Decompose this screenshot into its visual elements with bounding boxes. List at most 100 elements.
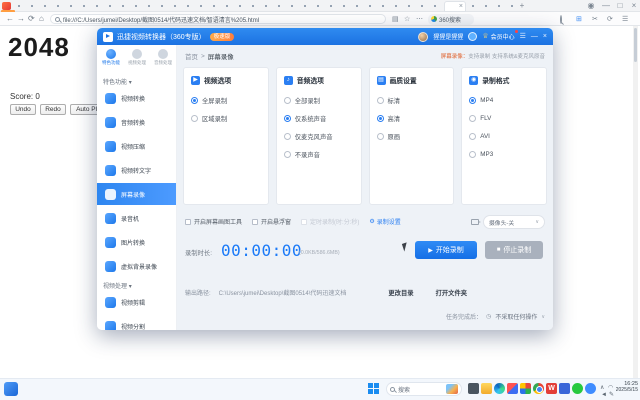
app-close-icon[interactable]: ×	[543, 32, 547, 42]
page-scrollbar-thumb[interactable]	[634, 28, 637, 62]
radio-icon[interactable]	[469, 150, 477, 158]
radio-icon[interactable]	[376, 96, 384, 104]
taskbar-search[interactable]: 搜索	[386, 382, 462, 396]
sidebar-item-audio-convert[interactable]: 音频转换	[97, 111, 176, 133]
volume-icon[interactable]: ◄	[601, 390, 607, 400]
tab-audio-process[interactable]: 音频处理	[151, 49, 175, 66]
taskbar-design-app-icon[interactable]	[507, 383, 518, 394]
toggle-draw-tool[interactable]: 开启屏幕画图工具	[185, 217, 242, 226]
browser-search-box[interactable]: 360搜索	[428, 13, 474, 25]
radio-icon[interactable]	[283, 132, 291, 140]
radio-icon[interactable]	[191, 96, 198, 104]
browser-tabs-more[interactable]	[468, 2, 514, 11]
search-highlight-thumbnail[interactable]	[446, 384, 458, 394]
translate-doc-icon[interactable]: ▤	[392, 14, 399, 25]
radio-icon[interactable]	[376, 132, 384, 140]
panel-icon[interactable]: ◉	[585, 1, 597, 11]
stop-record-button[interactable]: ■ 停止录制	[485, 241, 543, 259]
radio-icon[interactable]	[191, 114, 198, 122]
radio-hd[interactable]: 高清	[376, 109, 447, 127]
open-folder-link[interactable]: 打开文件夹	[436, 288, 467, 297]
history-icon[interactable]: ⟳	[607, 14, 613, 25]
taskbar-edge-icon[interactable]	[494, 383, 505, 394]
scissors-icon[interactable]: ✂	[592, 14, 598, 25]
taskbar-blue-app-icon[interactable]	[559, 383, 570, 394]
section-video-process[interactable]: 视频处理 ▾	[103, 281, 132, 290]
taskbar-cloud-app-icon[interactable]	[585, 383, 596, 394]
start-record-button[interactable]: ▶ 开始录制	[415, 241, 477, 259]
record-settings-link[interactable]: ⚙ 录制设置	[369, 217, 400, 226]
camera-dropdown[interactable]: 摄像头-关 ∨	[483, 215, 545, 229]
forward-icon[interactable]: →	[17, 14, 25, 24]
radio-mic-audio-only[interactable]: 仅麦克风声音	[283, 127, 354, 145]
sidebar-item-virtual-bg-record[interactable]: 虚拟背景录像	[97, 255, 176, 277]
toggle-float-window[interactable]: 开启悬浮窗	[252, 217, 291, 226]
sidebar-item-video-convert[interactable]: 视频转换	[97, 87, 176, 109]
undo-button[interactable]: Undo	[10, 104, 36, 115]
sidebar-item-video-split[interactable]: 视频分割	[97, 315, 176, 330]
new-tab-button[interactable]: +	[516, 1, 528, 11]
after-task-dropdown[interactable]: 任务完成后： ◷ 不采取任何操作 ∨	[446, 312, 545, 322]
redo-button[interactable]: Redo	[40, 104, 66, 115]
radio-fullscreen-record[interactable]: 全屏录制	[191, 91, 261, 109]
app-menu-icon[interactable]: ☰	[520, 32, 526, 42]
page-scrollbar[interactable]	[633, 26, 638, 378]
start-menu-icon[interactable]	[368, 383, 379, 394]
window-maximize-icon[interactable]: □	[614, 1, 626, 11]
url-text[interactable]: file:///C:/Users/jumei/Desktop/截图0514/代码…	[63, 15, 259, 24]
sidebar-item-screen-record[interactable]: 屏幕录像	[97, 183, 176, 205]
radio-icon[interactable]	[469, 132, 477, 140]
radio-original[interactable]: 原画	[376, 127, 447, 145]
radio-region-record[interactable]: 区域录制	[191, 109, 261, 127]
radio-icon[interactable]	[283, 96, 291, 104]
find-icon[interactable]	[560, 14, 562, 25]
home-icon[interactable]: ⌂	[39, 14, 44, 24]
sidebar-item-video-to-text[interactable]: 视频转文字	[97, 159, 176, 181]
taskbar-green-app-icon[interactable]	[572, 383, 583, 394]
taskbar-chrome-icon[interactable]	[533, 383, 544, 394]
radio-flv[interactable]: FLV	[469, 109, 539, 127]
browser-tabs[interactable]	[14, 2, 442, 11]
radio-icon[interactable]	[469, 114, 477, 122]
taskbar-file-explorer-icon[interactable]	[481, 383, 492, 394]
radio-icon[interactable]	[376, 114, 384, 122]
radio-mp3[interactable]: MP3	[469, 145, 539, 163]
username[interactable]: 猩猩是猩猩	[433, 32, 463, 41]
sidebar-item-video-clip[interactable]: 视频剪辑	[97, 291, 176, 313]
section-featured[interactable]: 特色功能 ▾	[103, 77, 132, 86]
radio-record-all-audio[interactable]: 全部录制	[283, 91, 354, 109]
breadcrumb-home[interactable]: 首页	[185, 51, 198, 61]
vip-center[interactable]: ♕ 会员中心	[482, 30, 518, 41]
taskbar-clock[interactable]: 16:25 2025/5/15	[610, 381, 638, 393]
checkbox-icon[interactable]	[185, 218, 191, 225]
sidebar-item-video-compress[interactable]: 视频压缩	[97, 135, 176, 157]
tab-featured[interactable]: 特色功能	[99, 49, 123, 66]
more-actions-icon[interactable]: ⋯	[416, 14, 423, 25]
radio-icon[interactable]	[469, 96, 477, 104]
user-avatar[interactable]	[418, 31, 429, 42]
taskbar-app-stats-icon[interactable]	[468, 383, 479, 394]
url-field[interactable]: file:///C:/Users/jumei/Desktop/截图0514/代码…	[50, 14, 386, 24]
radio-system-audio-only[interactable]: 仅系统声音	[283, 109, 354, 127]
browser-logo-icon[interactable]	[2, 2, 11, 10]
bookmark-star-icon[interactable]: ☆	[404, 14, 410, 25]
taskbar-office-suite-icon[interactable]	[520, 383, 531, 394]
window-minimize-icon[interactable]: —	[600, 1, 612, 11]
radio-icon[interactable]	[283, 114, 291, 122]
browser-menu-icon[interactable]: ☰	[622, 14, 628, 25]
browser-active-tab[interactable]: ×	[444, 1, 466, 12]
change-dir-link[interactable]: 更改目录	[388, 288, 413, 297]
checkbox-icon[interactable]	[252, 218, 259, 225]
radio-no-audio[interactable]: 不录声音	[283, 145, 354, 163]
tab-close-icon[interactable]: ×	[459, 3, 463, 10]
tab-video-process[interactable]: 视频处理	[125, 49, 149, 66]
browser-tab-strip[interactable]: × + ◉ — □ ×	[0, 0, 640, 12]
app-minimize-icon[interactable]: —	[531, 32, 538, 42]
radio-sd[interactable]: 标清	[376, 91, 447, 109]
reload-icon[interactable]: ⟳	[28, 14, 35, 24]
back-icon[interactable]: ←	[6, 14, 14, 24]
radio-icon[interactable]	[283, 150, 291, 158]
sidebar-item-voice-recorder[interactable]: 录音机	[97, 207, 176, 229]
sidebar-item-image-convert[interactable]: 图片转换	[97, 231, 176, 253]
radio-avi[interactable]: AVI	[469, 127, 539, 145]
